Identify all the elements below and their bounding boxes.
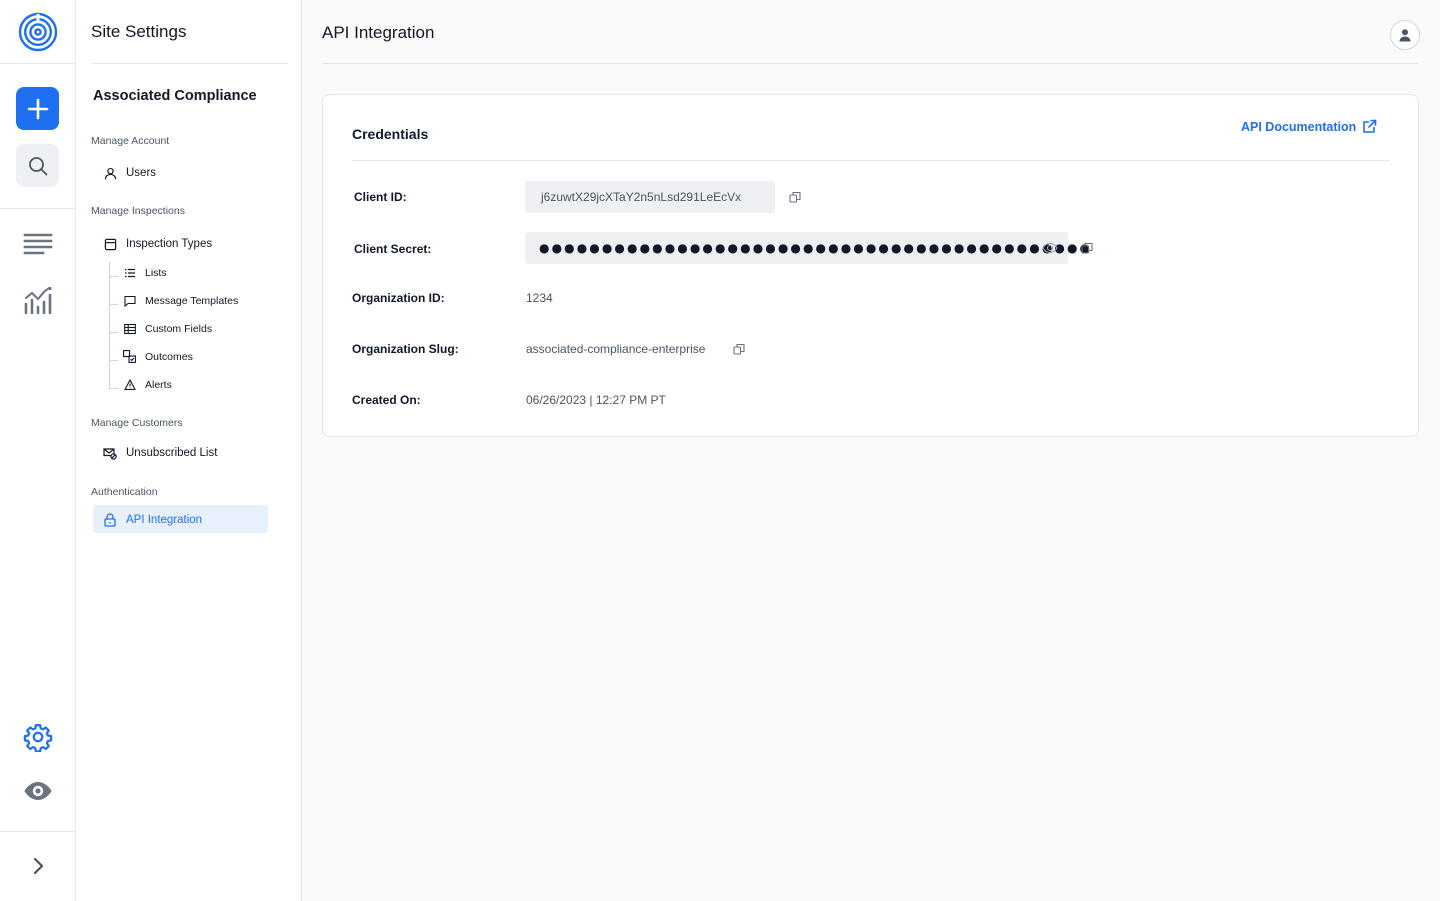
chat-bubble-icon [123,294,136,307]
page-title: API Integration [322,23,435,42]
section-heading-manage-account: Manage Account [91,135,170,147]
sidebar-subitem-custom-fields[interactable]: Custom Fields [123,322,212,335]
copy-client-id-icon[interactable] [789,191,801,203]
warning-icon [123,378,136,391]
client-id-field[interactable]: j6zuwtX29jcXTaY2n5nLsd291LeEcVx [525,181,775,213]
sidebar-subitem-outcomes[interactable]: Outcomes [123,350,193,363]
organization-slug-value: associated-compliance-enterprise [526,342,706,356]
sidebar-subitem-label: Custom Fields [145,322,213,335]
list-lines-icon [23,233,53,255]
analytics-button[interactable] [20,282,56,318]
sidebar-item-api-integration[interactable]: API Integration [103,513,202,527]
sidebar-item-label: Users [126,167,157,179]
sidebar-subitem-lists[interactable]: Lists [123,266,167,279]
organization-slug-label: Organization Slug: [352,342,459,356]
sidebar-item-label: Inspection Types [126,238,213,250]
client-secret-label: Client Secret: [354,242,432,256]
organization-id-label: Organization ID: [352,291,445,305]
user-avatar-button[interactable] [1390,20,1420,50]
credentials-title: Credentials [352,126,429,142]
sidebar-subitem-message-templates[interactable]: Message Templates [123,294,238,307]
sidebar-divider [91,63,288,64]
list-view-button[interactable] [20,226,56,262]
settings-sidebar: Site Settings Associated Compliance Mana… [76,0,302,901]
tree-connector [109,388,118,389]
client-secret-field[interactable]: ●●●●●●●●●●●●●●●●●●●●●●●●●●●●●●●●●●●●●●●●… [525,232,1090,264]
chevron-right-icon [33,857,44,875]
outcomes-icon [123,350,136,363]
expand-rail-button[interactable] [20,848,56,884]
credentials-card: Credentials API Documentation Client ID:… [322,94,1419,437]
client-id-label: Client ID: [354,190,407,204]
organization-name: Associated Compliance [93,88,257,104]
sidebar-title: Site Settings [91,22,187,41]
tree-connector [109,360,118,361]
list-icon [123,266,136,279]
client-secret-value: ●●●●●●●●●●●●●●●●●●●●●●●●●●●●●●●●●●●●●●●●… [539,241,1093,255]
sidebar-subitem-label: Lists [145,266,167,279]
sidebar-subitem-label: Message Templates [145,294,239,307]
reveal-secret-icon[interactable] [1042,240,1058,256]
external-link-icon [1362,119,1377,134]
copy-client-secret-icon[interactable] [1081,242,1093,254]
user-icon [103,166,117,180]
tree-connector [109,332,118,333]
sidebar-item-label: Unsubscribed List [126,447,218,459]
organization-id-value: 1234 [526,291,553,305]
sidebar-item-inspection-types[interactable]: Inspection Types [103,237,212,251]
settings-button[interactable] [20,719,56,755]
icon-rail [0,0,76,901]
card-divider [352,160,1390,161]
section-heading-manage-customers: Manage Customers [91,417,183,429]
folder-icon [103,237,117,251]
sidebar-item-label: API Integration [126,514,203,526]
created-on-label: Created On: [352,393,421,407]
sidebar-subitem-label: Alerts [145,378,172,391]
bar-chart-icon [24,286,52,314]
search-button[interactable] [16,144,59,187]
created-on-value: 06/26/2023 | 12:27 PM PT [526,393,666,407]
sidebar-subitem-alerts[interactable]: Alerts [123,378,172,391]
table-icon [123,322,136,335]
sidebar-subitem-label: Outcomes [145,350,193,363]
sidebar-item-unsubscribed-list[interactable]: Unsubscribed List [103,446,217,460]
rail-divider [0,208,75,209]
section-heading-authentication: Authentication [91,486,158,498]
api-documentation-label: API Documentation [1241,119,1357,134]
eye-icon [24,782,52,800]
rail-divider [0,63,75,64]
search-icon [28,156,47,175]
user-avatar-icon [1399,29,1411,42]
create-button[interactable] [16,87,59,130]
spiral-target-logo-icon[interactable] [18,12,58,52]
sidebar-item-users[interactable]: Users [103,166,156,180]
copy-organization-slug-icon[interactable] [733,343,745,355]
tree-connector [109,262,110,389]
tree-connector [109,304,118,305]
lock-icon [103,513,117,527]
client-id-value: j6zuwtX29jcXTaY2n5nLsd291LeEcVx [541,190,742,204]
header-divider [322,63,1419,64]
api-documentation-link[interactable]: API Documentation [1241,119,1377,134]
tree-connector [109,276,118,277]
rail-divider [0,831,75,832]
mail-blocked-icon [103,446,117,460]
gear-icon [23,724,53,752]
preview-button[interactable] [20,773,56,809]
plus-icon [27,98,48,119]
section-heading-manage-inspections: Manage Inspections [91,205,185,217]
